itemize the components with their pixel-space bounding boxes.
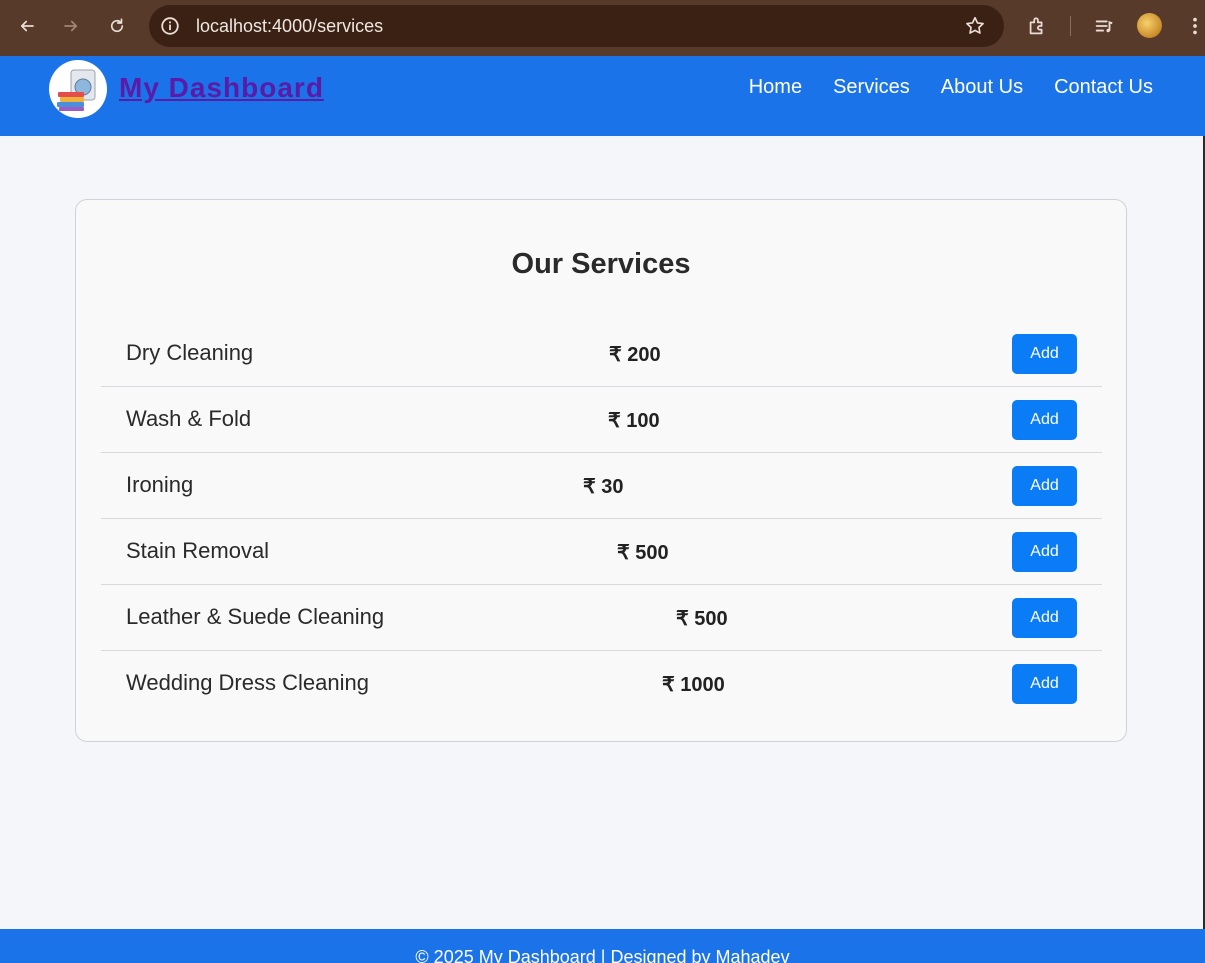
nav-services[interactable]: Services	[833, 76, 910, 99]
service-name: Leather & Suede Cleaning	[126, 604, 385, 629]
service-name: Wash & Fold	[126, 406, 252, 431]
add-button[interactable]: Add	[1012, 466, 1077, 506]
service-row: Wash & Fold ₹ 100 Add	[101, 387, 1102, 453]
service-name: Ironing	[126, 472, 194, 497]
media-icon[interactable]	[1090, 12, 1118, 40]
nav-about-us[interactable]: About Us	[941, 76, 1023, 99]
service-name: Dry Cleaning	[126, 340, 254, 365]
laundry-logo-icon	[57, 69, 96, 111]
service-price: ₹ 1000	[662, 674, 725, 696]
services-title: Our Services	[511, 248, 691, 280]
logo[interactable]	[49, 60, 107, 118]
star-icon[interactable]	[964, 15, 986, 37]
add-button[interactable]: Add	[1012, 598, 1077, 638]
brand-title[interactable]: My Dashboard	[119, 72, 324, 104]
services-card: Our Services Dry Cleaning ₹ 200 Add Wash…	[75, 199, 1127, 742]
info-icon[interactable]	[159, 15, 181, 37]
reload-icon[interactable]	[103, 12, 131, 40]
service-row: Stain Removal ₹ 500 Add	[101, 519, 1102, 585]
profile-avatar[interactable]	[1137, 13, 1162, 38]
toolbar-divider	[1070, 16, 1071, 36]
browser-toolbar: localhost:4000/services	[0, 0, 1205, 56]
address-bar[interactable]: localhost:4000/services	[149, 5, 1004, 47]
service-row: Wedding Dress Cleaning ₹ 1000 Add	[101, 651, 1102, 717]
service-price: ₹ 100	[608, 410, 660, 432]
nav-home[interactable]: Home	[749, 76, 802, 99]
service-row: Ironing ₹ 30 Add	[101, 453, 1102, 519]
menu-dots-icon[interactable]	[1181, 12, 1205, 40]
service-price: ₹ 500	[617, 542, 669, 564]
service-row: Dry Cleaning ₹ 200 Add	[101, 321, 1102, 387]
add-button[interactable]: Add	[1012, 334, 1077, 374]
service-price: ₹ 200	[609, 344, 661, 366]
nav-links: Home Services About Us Contact Us	[749, 76, 1153, 99]
service-name: Stain Removal	[126, 538, 270, 563]
footer: © 2025 My Dashboard | Designed by Mahade…	[0, 929, 1205, 963]
footer-text: © 2025 My Dashboard | Designed by Mahade…	[415, 947, 790, 963]
add-button[interactable]: Add	[1012, 532, 1077, 572]
service-name: Wedding Dress Cleaning	[126, 670, 369, 695]
url-text[interactable]: localhost:4000/services	[196, 16, 383, 37]
add-button[interactable]: Add	[1012, 400, 1077, 440]
nav-contact-us[interactable]: Contact Us	[1054, 76, 1153, 99]
back-arrow-icon[interactable]	[13, 12, 41, 40]
service-price: ₹ 500	[676, 608, 728, 630]
forward-arrow-icon[interactable]	[57, 12, 85, 40]
extensions-icon[interactable]	[1023, 12, 1051, 40]
add-button[interactable]: Add	[1012, 664, 1077, 704]
service-row: Leather & Suede Cleaning ₹ 500 Add	[101, 585, 1102, 651]
service-price: ₹ 30	[583, 476, 624, 498]
